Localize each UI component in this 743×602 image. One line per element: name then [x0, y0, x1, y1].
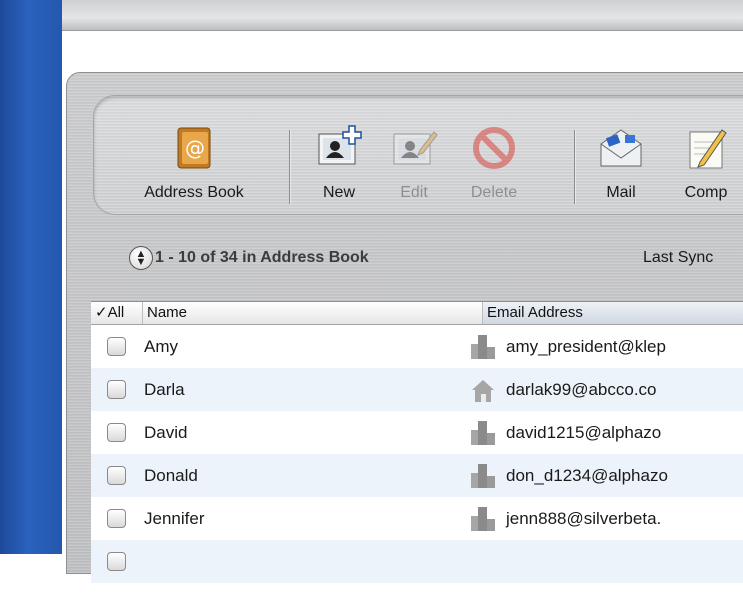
contact-email: amy_president@klep — [506, 336, 666, 356]
edit-button[interactable]: Edit — [379, 114, 449, 206]
page-stepper[interactable]: ▲ ▼ — [129, 246, 153, 270]
toolbar: @ Address Book New Edit Delete Mail Comp — [93, 95, 743, 215]
address-book-icon: @ — [170, 124, 218, 172]
mail-label: Mail — [606, 184, 636, 201]
row-checkbox[interactable] — [107, 509, 126, 528]
delete-button[interactable]: Delete — [454, 114, 534, 206]
edit-label: Edit — [400, 184, 428, 201]
contact-name: Amy — [144, 336, 178, 356]
desktop-background — [0, 0, 62, 554]
window-title-bar — [62, 0, 743, 31]
select-all-header[interactable]: ✓All — [91, 302, 143, 324]
home-icon — [468, 375, 498, 405]
address-book-label: Address Book — [144, 184, 244, 201]
contact-name: David — [144, 422, 188, 442]
contact-email: jenn888@silverbeta. — [506, 508, 662, 528]
delete-icon — [470, 124, 518, 172]
email-column-header[interactable]: Email Address — [483, 302, 743, 324]
compose-button[interactable]: Comp — [666, 114, 743, 206]
address-book-window: @ Address Book New Edit Delete Mail Comp… — [66, 72, 743, 602]
work-building-icon — [468, 418, 498, 448]
row-checkbox[interactable] — [107, 423, 126, 442]
work-building-icon — [468, 461, 498, 491]
delete-label: Delete — [470, 184, 518, 201]
table-header: ✓All Name Email Address — [91, 302, 743, 325]
row-checkbox[interactable] — [107, 466, 126, 485]
new-label: New — [322, 184, 355, 201]
mail-icon — [597, 124, 645, 172]
last-sync-label: Last Sync — [643, 249, 714, 266]
name-column-header[interactable]: Name — [143, 302, 483, 324]
toolbar-separator — [289, 130, 290, 204]
status-bar: ▲ ▼ 1 - 10 of 34 in Address Book — [129, 245, 369, 271]
table-row[interactable]: Darla darlak99@abcco.co — [91, 368, 743, 411]
new-button[interactable]: New — [304, 114, 374, 206]
table-row[interactable]: Amy amy_president@klep — [91, 325, 743, 368]
address-book-button[interactable]: @ Address Book — [124, 114, 264, 206]
contact-name: Darla — [144, 379, 185, 399]
toolbar-separator — [574, 130, 575, 204]
svg-text:@: @ — [185, 136, 205, 160]
record-range: 1 - 10 of 34 in Address Book — [155, 249, 369, 266]
compose-icon — [682, 124, 730, 172]
mail-button[interactable]: Mail — [586, 114, 656, 206]
contact-name: Donald — [144, 465, 198, 485]
table-row-partial[interactable] — [91, 540, 743, 583]
window-content-top — [62, 31, 743, 71]
contact-email: darlak99@abcco.co — [506, 379, 657, 399]
row-checkbox[interactable] — [107, 552, 126, 571]
row-checkbox[interactable] — [107, 380, 126, 399]
work-building-icon — [468, 332, 498, 362]
work-building-icon — [468, 504, 498, 534]
edit-contact-icon — [390, 124, 438, 172]
compose-label: Comp — [684, 184, 728, 201]
new-contact-icon — [315, 124, 363, 172]
contact-name: Jennifer — [144, 508, 205, 528]
contact-email: don_d1234@alphazo — [506, 465, 668, 485]
row-checkbox[interactable] — [107, 337, 126, 356]
table-row[interactable]: Jennifer jenn888@silverbeta. — [91, 497, 743, 540]
arrow-down-icon: ▼ — [135, 256, 147, 268]
contact-email: david1215@alphazo — [506, 422, 662, 442]
contacts-table: ✓All Name Email Address Amy amy_presiden… — [91, 301, 743, 602]
table-row[interactable]: David david1215@alphazo — [91, 411, 743, 454]
table-row[interactable]: Donald don_d1234@alphazo — [91, 454, 743, 497]
